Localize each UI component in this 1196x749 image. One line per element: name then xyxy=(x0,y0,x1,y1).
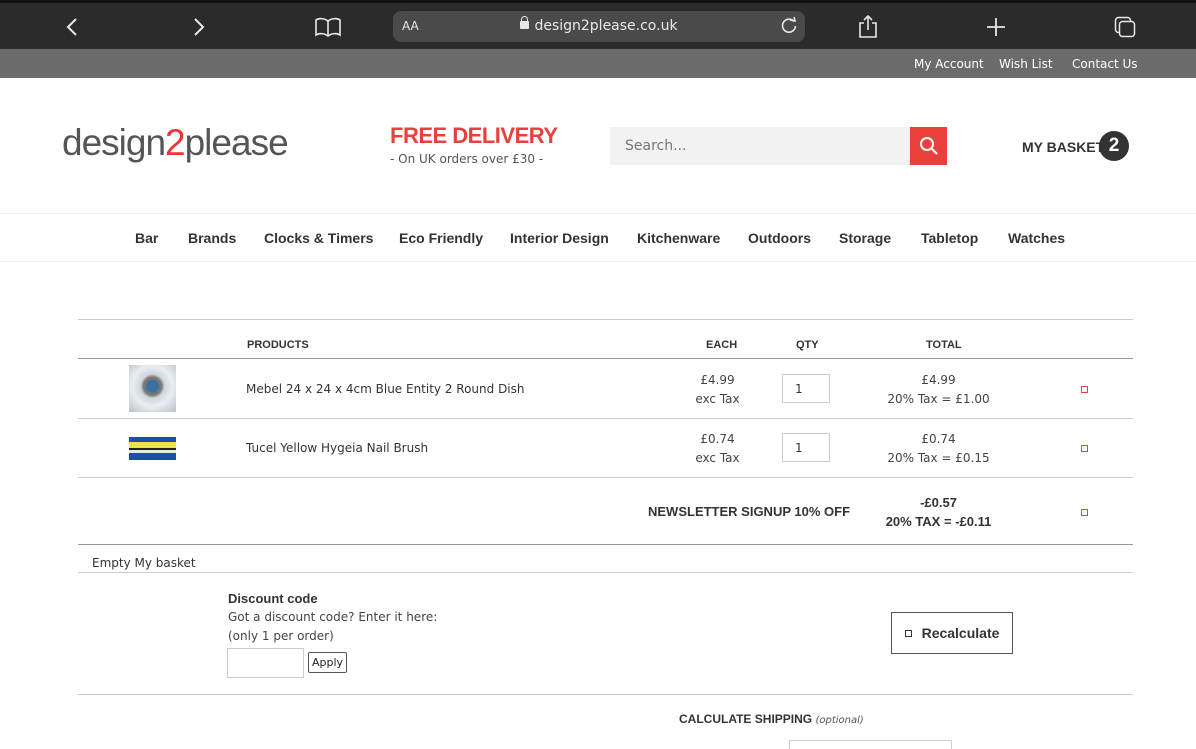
bookmarks-icon[interactable] xyxy=(313,13,343,41)
tax-value: 20% Tax = £0.15 xyxy=(887,451,990,465)
line-total: £0.74 20% Tax = £0.15 xyxy=(870,430,1007,468)
lock-icon xyxy=(520,16,530,29)
apply-discount-button[interactable]: Apply xyxy=(308,652,347,673)
table-top-divider xyxy=(78,319,1133,320)
table-header-divider xyxy=(78,358,1133,359)
tax-value: 20% Tax = £1.00 xyxy=(887,392,990,406)
category-watches[interactable]: Watches xyxy=(1008,230,1065,246)
reload-icon[interactable] xyxy=(779,16,799,40)
line-total: £4.99 20% Tax = £1.00 xyxy=(870,371,1007,409)
forward-icon[interactable] xyxy=(184,13,214,41)
product-name[interactable]: Tucel Yellow Hygeia Nail Brush xyxy=(246,441,428,455)
tabs-icon[interactable] xyxy=(1110,13,1140,41)
price-note: exc Tax xyxy=(695,451,740,465)
total-value: £4.99 xyxy=(921,373,956,387)
remove-item-icon[interactable] xyxy=(1081,445,1088,452)
recalculate-button[interactable]: Recalculate xyxy=(891,612,1013,654)
browser-toolbar: AA design2please.co.uk xyxy=(0,0,1196,49)
quantity-input[interactable] xyxy=(782,374,830,403)
free-delivery-subtitle: - On UK orders over £30 - xyxy=(390,152,544,166)
product-name[interactable]: Mebel 24 x 24 x 4cm Blue Entity 2 Round … xyxy=(246,382,525,396)
shipping-country-select[interactable] xyxy=(789,740,952,749)
search-input[interactable] xyxy=(610,127,910,165)
header-qty: QTY xyxy=(796,339,819,351)
utility-nav: My Account Wish List Contact Us xyxy=(0,49,1196,78)
back-icon[interactable] xyxy=(57,13,87,41)
header-products: PRODUCTS xyxy=(247,339,309,351)
row-divider xyxy=(78,418,1133,419)
refresh-icon xyxy=(904,629,912,637)
search-bar xyxy=(610,127,947,165)
table-bottom-divider xyxy=(78,544,1133,545)
search-icon xyxy=(919,137,938,155)
logo-text-prefix: design xyxy=(62,122,166,163)
header-total: TOTAL xyxy=(926,339,962,351)
category-bar[interactable]: Bar xyxy=(135,230,158,246)
logo-text-two: 2 xyxy=(165,122,186,163)
total-value: £0.74 xyxy=(921,432,956,446)
category-outdoors[interactable]: Outdoors xyxy=(748,230,811,246)
category-eco-friendly[interactable]: Eco Friendly xyxy=(399,230,483,246)
section-divider xyxy=(78,694,1133,695)
category-storage[interactable]: Storage xyxy=(839,230,891,246)
discount-total: -£0.57 20% TAX = -£0.11 xyxy=(870,493,1007,531)
price-value: £0.74 xyxy=(700,432,735,446)
logo-text-suffix: please xyxy=(184,122,289,163)
free-delivery-title: FREE DELIVERY xyxy=(390,123,558,148)
wish-list-link[interactable]: Wish List xyxy=(999,57,1053,71)
category-brands[interactable]: Brands xyxy=(188,230,236,246)
section-divider xyxy=(78,572,1133,573)
category-tabletop[interactable]: Tabletop xyxy=(921,230,978,246)
discount-code-title: Discount code xyxy=(228,591,318,606)
contact-us-link[interactable]: Contact Us xyxy=(1072,57,1138,71)
discount-code-input[interactable] xyxy=(227,648,304,678)
header-each: EACH xyxy=(706,339,738,351)
discount-code-limit: (only 1 per order) xyxy=(228,629,334,643)
price-note: exc Tax xyxy=(695,392,740,406)
unit-price: £4.99 exc Tax xyxy=(680,371,755,409)
site-logo[interactable]: design2please xyxy=(62,122,289,164)
row-divider xyxy=(78,477,1133,478)
category-interior-design[interactable]: Interior Design xyxy=(510,230,609,246)
my-basket-link[interactable]: MY BASKET xyxy=(1022,139,1104,155)
url-text: design2please.co.uk xyxy=(534,18,678,34)
price-value: £4.99 xyxy=(700,373,735,387)
product-thumbnail-nail-brush[interactable] xyxy=(129,437,176,460)
shipping-optional: (optional) xyxy=(815,715,864,726)
calculate-shipping-heading: CALCULATE SHIPPING (optional) xyxy=(679,712,864,726)
empty-basket-link[interactable]: Empty My basket xyxy=(92,556,196,570)
discount-amount: -£0.57 xyxy=(920,495,957,510)
product-thumbnail-blue-dish[interactable] xyxy=(129,365,176,412)
share-icon[interactable] xyxy=(853,13,883,41)
newsletter-discount-label: NEWSLETTER SIGNUP 10% OFF xyxy=(648,504,851,519)
address-bar[interactable]: AA design2please.co.uk xyxy=(393,11,805,42)
shipping-label: CALCULATE SHIPPING xyxy=(679,712,813,726)
my-account-link[interactable]: My Account xyxy=(914,57,984,71)
basket-count-badge[interactable]: 2 xyxy=(1099,131,1129,161)
remove-discount-icon[interactable] xyxy=(1081,509,1088,516)
recalculate-label: Recalculate xyxy=(921,625,1000,641)
category-clocks-timers[interactable]: Clocks & Timers xyxy=(264,230,373,246)
category-kitchenware[interactable]: Kitchenware xyxy=(637,230,720,246)
category-nav: Bar Brands Clocks & Timers Eco Friendly … xyxy=(0,213,1196,262)
new-tab-icon[interactable] xyxy=(981,13,1011,41)
remove-item-icon[interactable] xyxy=(1081,386,1088,393)
search-button[interactable] xyxy=(910,127,947,165)
discount-tax: 20% TAX = -£0.11 xyxy=(885,514,992,529)
quantity-input[interactable] xyxy=(782,433,830,462)
unit-price: £0.74 exc Tax xyxy=(680,430,755,468)
discount-code-instructions: Got a discount code? Enter it here: xyxy=(228,610,438,624)
